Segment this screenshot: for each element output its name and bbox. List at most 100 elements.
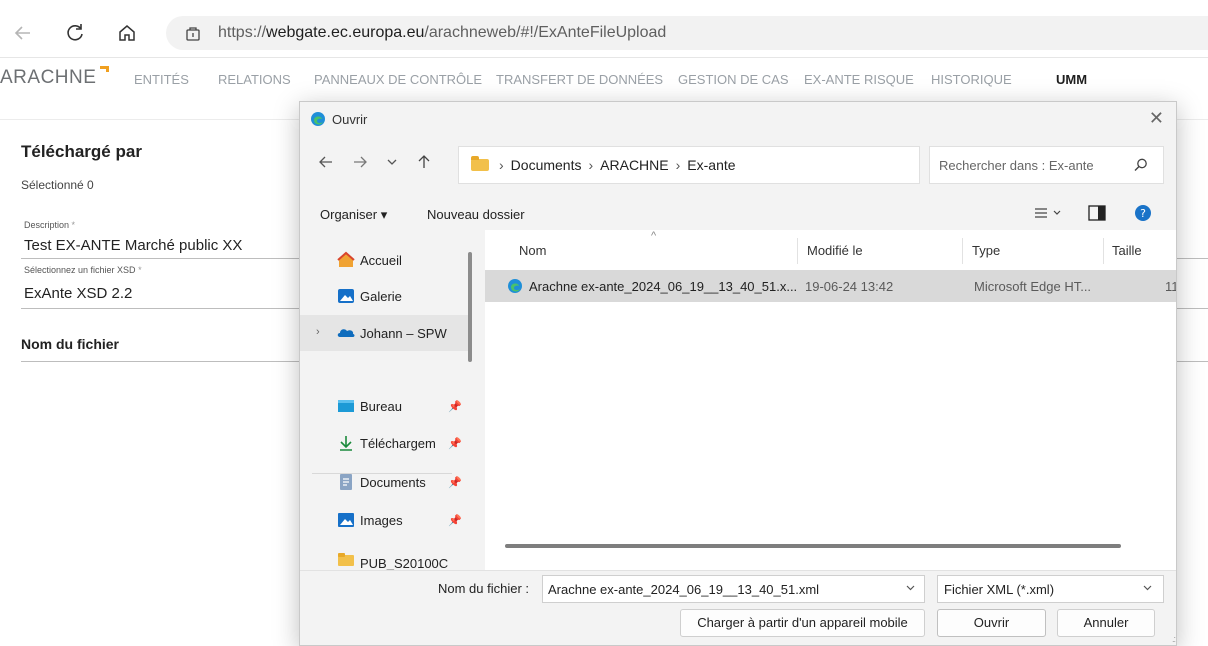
nav-ex-ante[interactable]: EX-ANTE RISQUE	[804, 72, 914, 87]
dialog-titlebar[interactable]: Ouvrir ✕	[300, 102, 1176, 136]
file-list-hscrollbar[interactable]	[505, 544, 1121, 548]
up-arrow-icon[interactable]	[416, 154, 432, 174]
nav-pane-label: Documents	[360, 475, 426, 490]
column-header-name[interactable]: Nom	[519, 243, 546, 258]
site-info-icon[interactable]	[184, 24, 202, 42]
new-folder-button[interactable]: Nouveau dossier	[427, 207, 525, 222]
nav-relations[interactable]: RELATIONS	[218, 72, 291, 87]
xsd-select[interactable]: ExAnte XSD 2.2	[24, 285, 132, 302]
nav-panneaux[interactable]: PANNEAUX DE CONTRÔLE	[314, 72, 482, 87]
nav-pane-telechargements[interactable]: Téléchargem 📌	[300, 425, 470, 461]
column-separator[interactable]	[797, 238, 798, 264]
nav-pane-label: Téléchargem	[360, 436, 436, 451]
chevron-down-icon[interactable]	[905, 582, 916, 596]
description-input[interactable]: Test EX-ANTE Marché public XX	[24, 237, 242, 254]
xsd-label-text: Sélectionnez un fichier XSD	[24, 265, 136, 275]
crumb-arachne[interactable]: ARACHNE	[600, 157, 668, 173]
nav-user[interactable]: UMM	[1056, 72, 1087, 87]
pictures-icon	[337, 511, 355, 529]
filename-input[interactable]: Arachne ex-ante_2024_06_19__13_40_51.xml	[542, 575, 925, 603]
dialog-command-bar: Organiser ▾ Nouveau dossier ?	[300, 196, 1176, 230]
nav-pane-accueil[interactable]: Accueil	[300, 242, 470, 278]
upload-from-mobile-button[interactable]: Charger à partir d'un appareil mobile	[680, 609, 925, 637]
nav-pane-label: PUB_S20100C	[360, 556, 449, 570]
column-separator[interactable]	[1103, 238, 1104, 264]
organise-menu[interactable]: Organiser ▾	[320, 207, 387, 223]
column-separator[interactable]	[962, 238, 963, 264]
folder-icon	[471, 156, 489, 171]
description-underline	[21, 258, 299, 259]
nav-gestion-cas[interactable]: GESTION DE CAS	[678, 72, 789, 87]
address-bar[interactable]: https://webgate.ec.europa.eu/arachneweb/…	[166, 16, 1208, 50]
pin-icon[interactable]: 📌	[448, 476, 462, 489]
filename-column-header: Nom du fichier	[21, 336, 120, 352]
xsd-underline	[21, 308, 299, 309]
search-placeholder: Rechercher dans : Ex-ante	[939, 158, 1094, 173]
folder-icon	[337, 550, 355, 568]
svg-text:?: ?	[1140, 207, 1146, 220]
back-arrow-icon[interactable]	[318, 154, 334, 174]
nav-entites[interactable]: ENTITÉS	[134, 72, 189, 87]
path-breadcrumb[interactable]: › Documents › ARACHNE › Ex-ante	[458, 146, 1058, 184]
file-row[interactable]: Arachne ex-ante_2024_06_19__13_40_51.x..…	[485, 270, 1176, 302]
document-icon	[337, 473, 355, 491]
gallery-icon	[337, 287, 355, 305]
crumb-ex-ante[interactable]: Ex-ante	[687, 157, 735, 173]
nav-pane-images[interactable]: Images 📌	[300, 502, 470, 538]
expand-chevron-icon[interactable]: ›	[316, 326, 320, 338]
download-icon	[337, 434, 355, 452]
recent-locations-chevron-icon[interactable]	[386, 154, 398, 174]
edge-html-file-icon	[507, 278, 523, 294]
column-header-modified[interactable]: Modifié le	[807, 243, 863, 258]
nav-pane-pub-folder[interactable]: PUB_S20100C	[300, 540, 470, 570]
cancel-button[interactable]: Annuler	[1057, 609, 1155, 637]
column-header-type[interactable]: Type	[972, 243, 1000, 258]
page-title: Téléchargé par	[21, 142, 142, 161]
resize-grip-icon[interactable]: .:	[1172, 634, 1176, 644]
pin-icon[interactable]: 📌	[448, 400, 462, 413]
breadcrumb: › Documents › ARACHNE › Ex-ante	[499, 157, 736, 173]
filetype-value: Fichier XML (*.xml)	[944, 582, 1055, 597]
file-type: Microsoft Edge HT...	[974, 279, 1092, 294]
file-list: ^ Nom Modifié le Type Taille Arachne ex-…	[485, 230, 1176, 570]
edge-browser-icon	[310, 111, 326, 127]
search-icon[interactable]	[1133, 157, 1149, 173]
nav-pane-documents[interactable]: Documents 📌	[300, 464, 470, 500]
nav-pane-label: Images	[360, 513, 403, 528]
nav-historique[interactable]: HISTORIQUE	[931, 72, 1012, 87]
forward-arrow-icon[interactable]	[352, 154, 368, 174]
crumb-separator: ›	[675, 157, 681, 173]
home-icon[interactable]	[114, 20, 140, 46]
nav-pane-bureau[interactable]: Bureau 📌	[300, 388, 470, 424]
crumb-documents[interactable]: Documents	[511, 157, 582, 173]
home-icon	[337, 251, 355, 269]
xsd-label: Sélectionnez un fichier XSD *	[24, 265, 142, 275]
crumb-separator: ›	[499, 157, 504, 173]
filename-value: Arachne ex-ante_2024_06_19__13_40_51.xml	[548, 582, 820, 597]
preview-pane-icon[interactable]	[1088, 205, 1106, 224]
filetype-select[interactable]: Fichier XML (*.xml)	[937, 575, 1164, 603]
pin-icon[interactable]: 📌	[448, 514, 462, 527]
dialog-title: Ouvrir	[332, 112, 368, 127]
nav-pane-onedrive[interactable]: › Johann – SPW	[300, 315, 470, 351]
reload-icon[interactable]	[62, 20, 88, 46]
open-button[interactable]: Ouvrir	[937, 609, 1046, 637]
nav-pane-galerie[interactable]: Galerie	[300, 278, 470, 314]
column-header-size[interactable]: Taille	[1112, 243, 1142, 258]
nav-pane-scrollbar[interactable]	[468, 252, 472, 362]
close-icon[interactable]: ✕	[1149, 109, 1164, 127]
nav-transfert[interactable]: TRANSFERT DE DONNÉES	[496, 72, 663, 87]
pin-icon[interactable]: 📌	[448, 437, 462, 450]
help-icon[interactable]: ?	[1134, 204, 1152, 225]
dialog-toolbar: › Documents › ARACHNE › Ex-ante Rechercher da…	[300, 136, 1176, 194]
url-text: https://webgate.ec.europa.eu/arachneweb/…	[218, 24, 667, 41]
view-options-icon[interactable]	[1034, 205, 1064, 224]
description-label-text: Description	[24, 220, 70, 230]
browser-toolbar: https://webgate.ec.europa.eu/arachneweb/…	[0, 0, 1208, 58]
search-input[interactable]: Rechercher dans : Ex-ante	[929, 146, 1164, 184]
desktop-icon	[337, 397, 355, 415]
brand-logo[interactable]: ARACHNE	[0, 67, 96, 89]
back-arrow-icon[interactable]	[10, 20, 36, 46]
nav-pane-label: Galerie	[360, 289, 402, 304]
chevron-down-icon[interactable]	[1142, 582, 1153, 596]
